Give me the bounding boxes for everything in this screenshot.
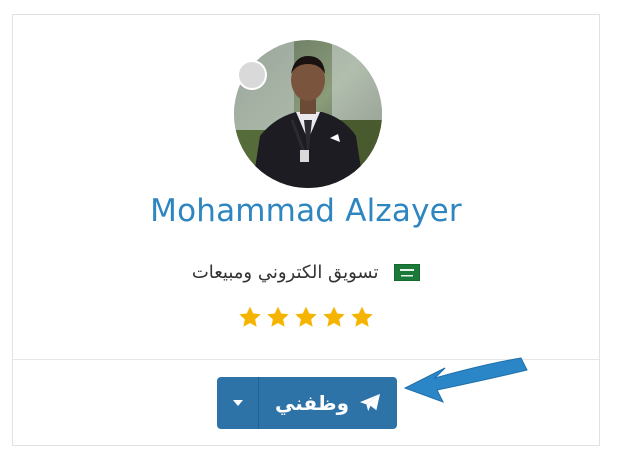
paper-plane-icon	[360, 393, 381, 412]
hire-me-label: وظفني	[274, 391, 350, 415]
job-title: تسويق الكتروني ومبيعات	[191, 261, 379, 283]
star-icon	[267, 306, 289, 327]
rating-stars	[13, 305, 599, 330]
caret-down-icon	[232, 400, 243, 406]
star-icon	[323, 306, 345, 327]
status-indicator	[237, 60, 267, 90]
freelancer-name[interactable]: Mohammad Alzayer	[13, 193, 599, 229]
annotation-arrow-icon	[403, 357, 528, 403]
hire-button-group: وظفني	[217, 377, 397, 429]
hire-options-dropdown[interactable]	[217, 377, 259, 429]
saudi-arabia-flag-icon	[394, 263, 421, 281]
hire-me-button[interactable]: وظفني	[259, 377, 397, 429]
star-icon	[239, 306, 261, 327]
star-icon	[295, 306, 317, 327]
job-title-line: تسويق الكتروني ومبيعات	[13, 261, 599, 283]
star-icon	[351, 306, 373, 327]
